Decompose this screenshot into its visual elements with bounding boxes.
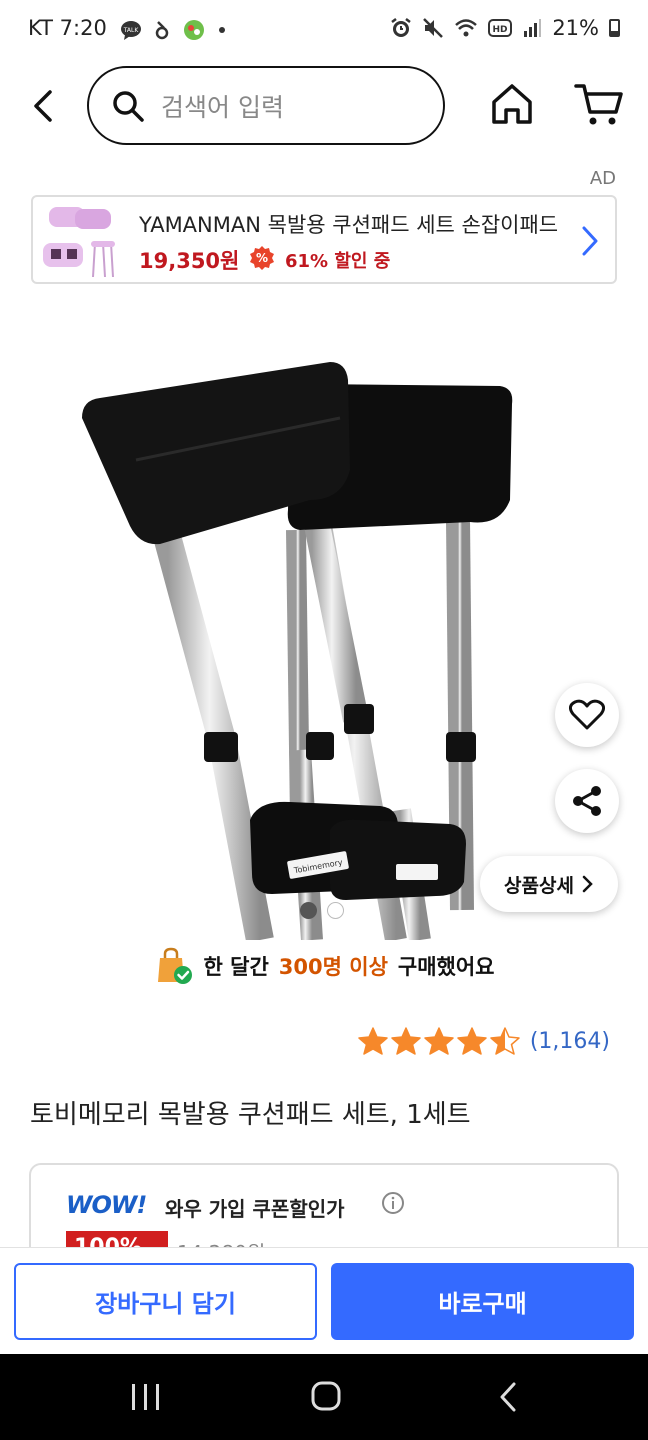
talk-icon: TALK xyxy=(121,21,141,40)
battery-percent: 21% xyxy=(552,16,599,40)
purchase-count-prefix: 한 달간 xyxy=(203,955,269,979)
system-navigation-bar xyxy=(0,1354,648,1440)
back-button[interactable] xyxy=(22,82,66,130)
purchase-action-bar: 장바구니 담기 바로구매 xyxy=(0,1247,648,1354)
crutches-image: Tobimemory xyxy=(82,362,513,940)
chevron-right-icon xyxy=(582,226,598,256)
search-input[interactable]: 검색어 입력 xyxy=(87,66,445,145)
back-nav-icon[interactable] xyxy=(490,1380,530,1414)
status-time: KT 7:20 xyxy=(28,16,107,40)
heart-icon xyxy=(569,699,605,730)
home-button[interactable] xyxy=(488,80,536,128)
cart-icon xyxy=(574,84,623,125)
recent-apps-icon[interactable] xyxy=(126,1380,166,1414)
back-arrow-icon xyxy=(34,90,52,122)
battery-icon xyxy=(609,19,620,37)
pagination-dot-2[interactable] xyxy=(327,902,344,919)
share-button[interactable] xyxy=(555,769,619,833)
notification-app-icon xyxy=(155,21,169,40)
ad-banner[interactable]: YAMANMAN 목발용 쿠션패드 세트 손잡이패드 19,350원 % 61%… xyxy=(31,195,617,284)
game-app-icon xyxy=(184,20,204,40)
coupon-label: 와우 가입 쿠폰할인가 xyxy=(165,1197,345,1221)
product-detail-label: 상품상세 xyxy=(504,874,574,897)
chevron-right-icon xyxy=(582,875,593,893)
ad-discount: 61% 할인 중 xyxy=(285,251,391,272)
purchase-count-suffix: 구매했어요 xyxy=(397,955,495,979)
product-rating[interactable]: (1,164) xyxy=(358,1026,610,1056)
svg-text:HD: HD xyxy=(493,25,508,35)
ad-title: YAMANMAN 목발용 쿠션패드 세트 손잡이패드 xyxy=(139,213,559,237)
hd-voice-icon: HD xyxy=(488,19,513,37)
signal-icon xyxy=(524,19,542,37)
ad-product-thumbnail xyxy=(43,207,115,278)
svg-text:%: % xyxy=(256,251,268,265)
cart-button[interactable] xyxy=(574,80,624,128)
purchase-count-highlight: 300명 이상 xyxy=(278,955,388,979)
home-nav-icon[interactable] xyxy=(306,1380,346,1414)
add-to-cart-button[interactable]: 장바구니 담기 xyxy=(14,1263,317,1340)
info-icon[interactable] xyxy=(381,1191,405,1215)
pagination-dot-1[interactable] xyxy=(300,902,317,919)
share-icon xyxy=(573,786,601,816)
star-rating-icon xyxy=(358,1027,520,1055)
home-icon xyxy=(492,84,532,124)
review-count[interactable]: (1,164) xyxy=(530,1029,610,1054)
top-header: 검색어 입력 xyxy=(0,62,648,150)
gallery-pagination xyxy=(300,902,344,919)
ad-label: AD xyxy=(589,168,616,189)
product-image-gallery[interactable]: Tobimemory xyxy=(0,300,648,940)
buy-now-button[interactable]: 바로구매 xyxy=(331,1263,634,1340)
svg-text:TALK: TALK xyxy=(123,27,140,34)
more-dot-icon xyxy=(219,27,225,33)
product-screen: KT 7:20 TALK HD 21% 검색어 입력 AD YAMANMAN 목… xyxy=(0,0,648,1440)
purchase-count-banner: 한 달간 300명 이상 구매했어요 xyxy=(0,944,648,988)
search-placeholder: 검색어 입력 xyxy=(161,92,284,122)
notification-icons: TALK xyxy=(120,18,226,42)
ad-price: 19,350원 xyxy=(139,249,240,273)
status-bar: KT 7:20 TALK HD 21% xyxy=(0,0,648,60)
shopping-bag-check-icon xyxy=(157,947,192,984)
search-icon xyxy=(113,90,144,122)
wishlist-button[interactable] xyxy=(555,683,619,747)
wow-logo: WOW! xyxy=(66,1191,147,1219)
discount-badge-icon: % xyxy=(250,246,274,270)
product-title: 토비메모리 목발용 쿠션패드 세트, 1세트 xyxy=(30,1100,471,1130)
wifi-icon xyxy=(455,19,478,37)
alarm-icon xyxy=(391,18,412,37)
product-detail-button[interactable]: 상품상세 xyxy=(480,856,618,912)
mute-icon xyxy=(423,18,444,38)
status-right: HD 21% xyxy=(390,16,620,40)
